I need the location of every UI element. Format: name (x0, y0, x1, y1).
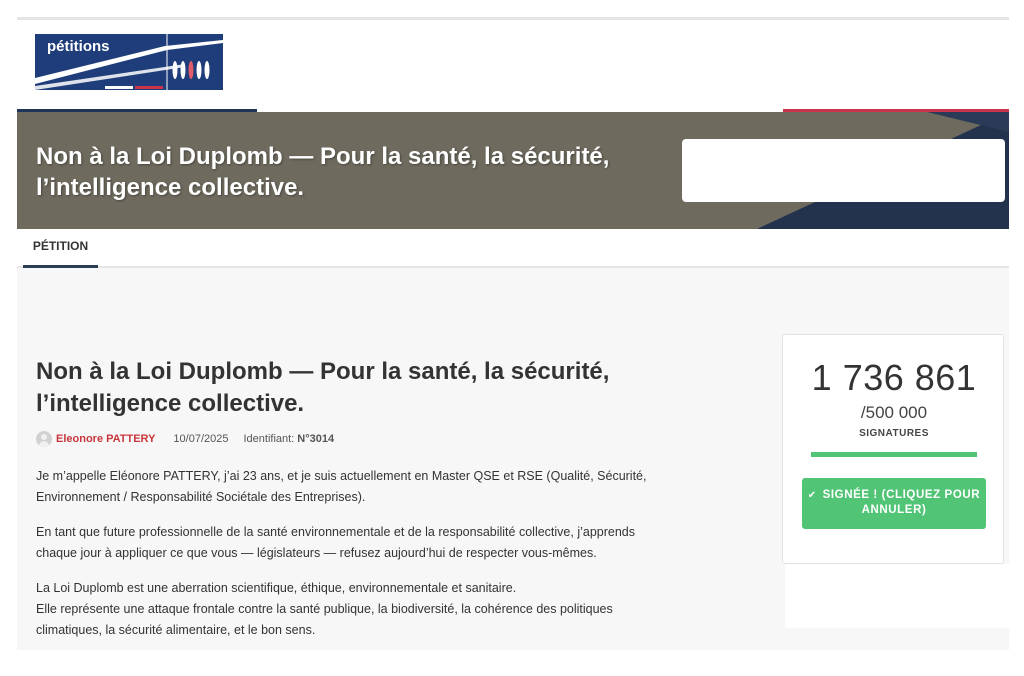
banner-search-box[interactable] (682, 139, 1005, 202)
progress-fill (811, 452, 977, 457)
petition-body: Je m’appelle Eléonore PATTERY, j’ai 23 a… (36, 466, 656, 655)
identifier-label: Identifiant: (243, 433, 295, 445)
body-paragraph: La Loi Duplomb est une aberration scient… (36, 581, 517, 595)
petition-meta: Eleonore PATTERY 10/07/2025 Identifiant:… (36, 430, 334, 448)
site-header: pétitions (17, 20, 1009, 112)
body-paragraph: Je m’appelle Eléonore PATTERY, j’ai 23 a… (36, 469, 647, 504)
petition-banner: Non à la Loi Duplomb — Pour la santé, la… (17, 112, 1009, 229)
petition-date: 10/07/2025 (173, 433, 229, 445)
check-icon: ✔ (807, 490, 817, 501)
tab-bar: PÉTITION (17, 229, 1009, 268)
main-content: Non à la Loi Duplomb — Pour la santé, la… (17, 268, 1009, 650)
signature-progress-bar (811, 452, 977, 457)
signed-button-label: SIGNÉE ! (CLIQUEZ POUR ANNULER) (822, 489, 981, 516)
identifier-value: N°3014 (297, 433, 335, 445)
avatar-icon (36, 431, 52, 447)
body-paragraph: Elle représente une attaque frontale con… (36, 602, 613, 637)
petition-title: Non à la Loi Duplomb — Pour la santé, la… (36, 358, 610, 417)
signatures-label: SIGNATURES (859, 428, 929, 439)
body-paragraph: En tant que future professionnelle de la… (36, 525, 635, 560)
author-link[interactable]: Eleonore PATTERY (56, 433, 155, 445)
logo-text: pétitions (47, 38, 110, 55)
signed-cancel-button[interactable]: ✔ SIGNÉE ! (CLIQUEZ POUR ANNULER) (802, 478, 986, 529)
site-logo[interactable]: pétitions (35, 34, 223, 90)
banner-title: Non à la Loi Duplomb — Pour la santé, la… (36, 143, 610, 201)
signature-counter-card: 1 736 861 /500 000 SIGNATURES ✔ SIGNÉE !… (782, 334, 1004, 564)
sidebar-panel (785, 564, 1009, 628)
tab-petition[interactable]: PÉTITION (23, 229, 98, 268)
signature-goal: /500 000 (860, 403, 928, 422)
signature-count: 1 736 861 (811, 357, 977, 398)
